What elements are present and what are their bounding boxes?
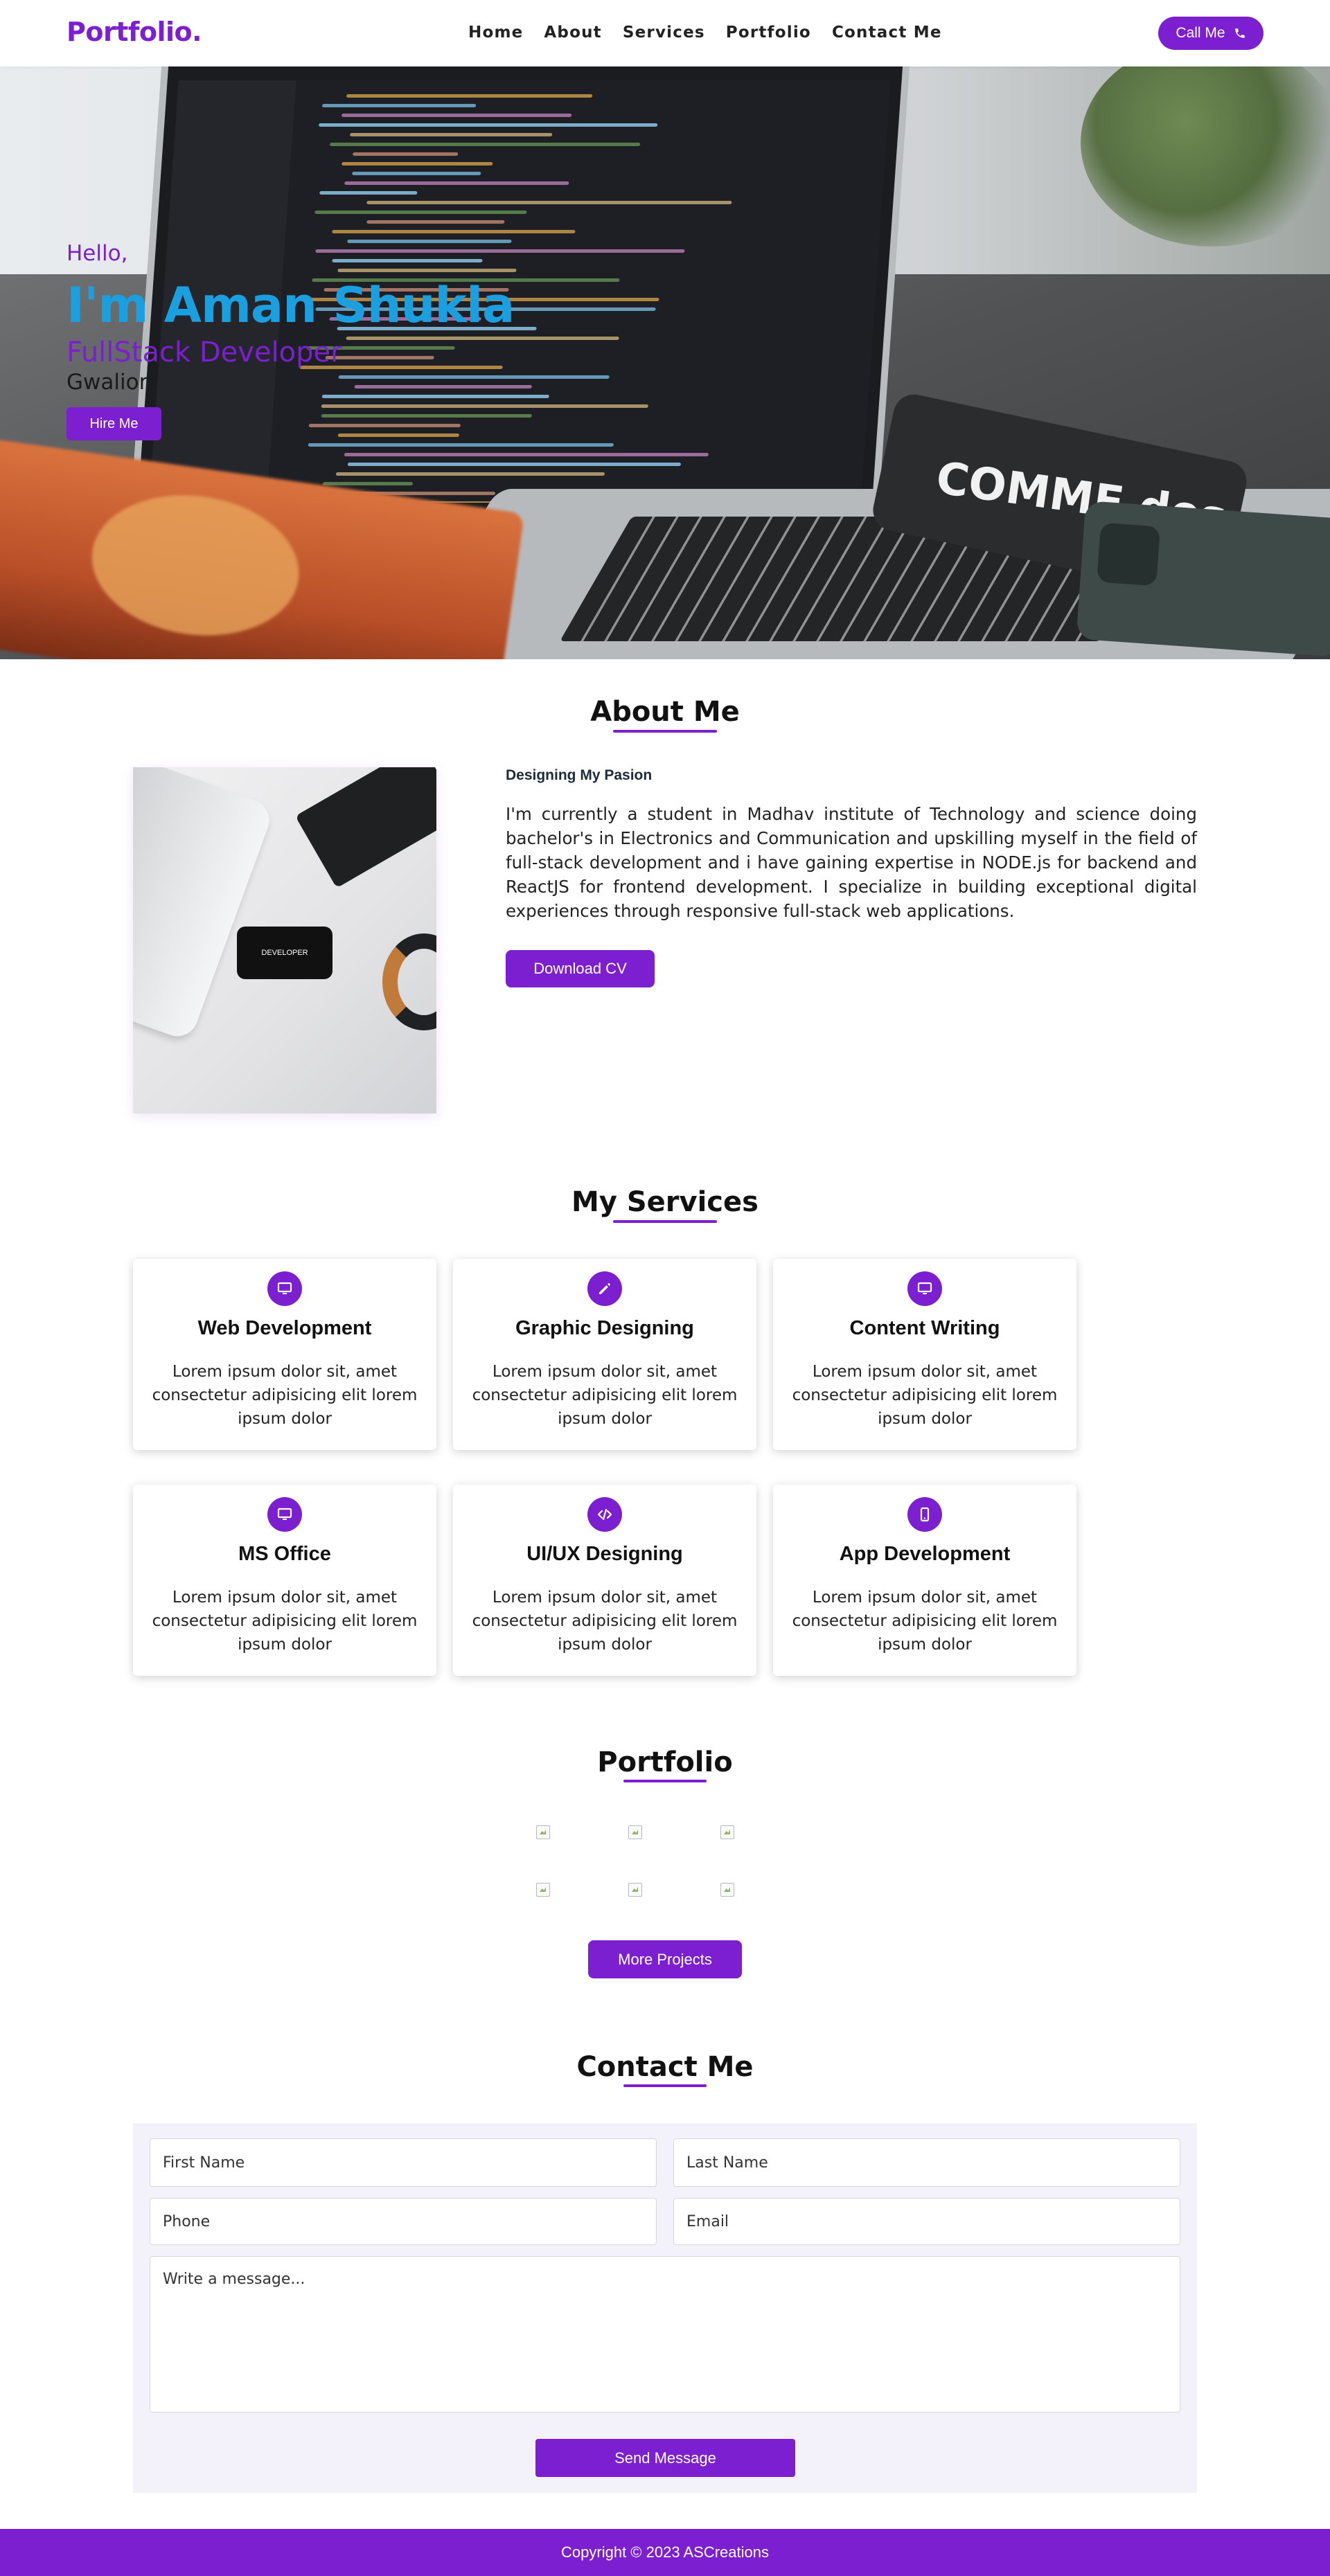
portfolio-title-underline bbox=[623, 1780, 707, 1782]
service-title: MS Office bbox=[238, 1543, 331, 1565]
portfolio-image-broken[interactable] bbox=[720, 1825, 734, 1839]
code-line bbox=[318, 123, 658, 127]
code-line bbox=[341, 114, 572, 117]
monitor-icon bbox=[907, 1271, 942, 1306]
code-line bbox=[308, 443, 614, 447]
nav-link-home[interactable]: Home bbox=[468, 24, 523, 42]
portfolio-image-broken[interactable] bbox=[536, 1883, 550, 1897]
first-name-field[interactable] bbox=[150, 2138, 657, 2187]
hero-role: FullStack Developer bbox=[66, 337, 342, 368]
portfolio-title: Portfolio bbox=[597, 1746, 733, 1778]
phone-screen-text: DEVELOPER bbox=[261, 949, 308, 957]
hero-location: Gwalior bbox=[66, 370, 148, 395]
send-message-button[interactable]: Send Message bbox=[535, 2439, 795, 2477]
hero-name: I'm Aman Shukla bbox=[66, 277, 515, 334]
services-title: My Services bbox=[571, 1186, 759, 1218]
nav-link-about[interactable]: About bbox=[544, 24, 601, 42]
hero-text: Hello, I'm Aman Shukla FullStack Develop… bbox=[66, 241, 515, 440]
call-me-label: Call Me bbox=[1176, 25, 1225, 41]
footer-copyright: Copyright © 2023 ASCreations bbox=[561, 2543, 769, 2561]
code-line bbox=[321, 104, 477, 107]
call-me-button[interactable]: Call Me bbox=[1158, 17, 1264, 50]
about-description: I'm currently a student in Madhav instit… bbox=[506, 804, 1197, 921]
about-image: DEVELOPER bbox=[133, 767, 436, 1113]
services-title-underline bbox=[613, 1220, 717, 1223]
code-line bbox=[344, 181, 569, 185]
service-title: Graphic Designing bbox=[515, 1317, 694, 1339]
service-title: App Development bbox=[839, 1543, 1011, 1565]
footer: Copyright © 2023 ASCreations bbox=[0, 2529, 1330, 2576]
headphones-decoration bbox=[382, 933, 436, 1030]
contact-title: Contact Me bbox=[576, 2051, 754, 2083]
phone-decoration: DEVELOPER bbox=[237, 927, 332, 979]
navbar: Portfolio. Home About Services Portfolio… bbox=[0, 0, 1330, 66]
service-title: UI/UX Designing bbox=[526, 1543, 683, 1565]
about-title: About Me bbox=[590, 696, 740, 728]
phone-field[interactable] bbox=[150, 2198, 657, 2245]
code-line bbox=[346, 94, 593, 98]
main-menu: Home About Services Portfolio Contact Me bbox=[468, 24, 942, 42]
monitor-icon bbox=[267, 1497, 302, 1532]
site-logo[interactable]: Portfolio. bbox=[66, 17, 202, 47]
hero-section: COMME des Hello, I'm Aman Shukla FullSta… bbox=[0, 66, 1330, 659]
hero-greeting: Hello, bbox=[66, 241, 128, 266]
email-field[interactable] bbox=[673, 2198, 1180, 2245]
code-line bbox=[344, 453, 709, 456]
more-projects-button[interactable]: More Projects bbox=[588, 1940, 742, 1978]
portfolio-image-broken[interactable] bbox=[720, 1883, 734, 1897]
code-line bbox=[352, 172, 481, 175]
service-card[interactable]: UI/UX Designing Lorem ipsum dolor sit, a… bbox=[453, 1485, 756, 1676]
service-card[interactable]: App Development Lorem ipsum dolor sit, a… bbox=[773, 1485, 1076, 1676]
code-line bbox=[314, 211, 527, 214]
service-description: Lorem ipsum dolor sit, amet consectetur … bbox=[472, 1589, 738, 1654]
service-title: Web Development bbox=[197, 1317, 372, 1339]
nav-link-contact[interactable]: Contact Me bbox=[832, 24, 942, 42]
code-line bbox=[330, 143, 641, 146]
nav-link-services[interactable]: Services bbox=[623, 24, 705, 42]
code-icon bbox=[587, 1497, 622, 1532]
service-description: Lorem ipsum dolor sit, amet consectetur … bbox=[152, 1363, 418, 1428]
about-subtitle: Designing My Pasion bbox=[506, 767, 653, 783]
code-line bbox=[366, 201, 732, 204]
last-name-field[interactable] bbox=[673, 2138, 1180, 2187]
pencil-icon bbox=[587, 1271, 622, 1306]
phone-decoration bbox=[1076, 500, 1330, 658]
service-card[interactable]: MS Office Lorem ipsum dolor sit, amet co… bbox=[133, 1485, 436, 1676]
service-description: Lorem ipsum dolor sit, amet consectetur … bbox=[472, 1363, 738, 1428]
code-line bbox=[335, 472, 605, 476]
portfolio-image-broken[interactable] bbox=[628, 1883, 642, 1897]
portfolio-image-broken[interactable] bbox=[628, 1825, 642, 1839]
service-card[interactable]: Web Development Lorem ipsum dolor sit, a… bbox=[133, 1259, 436, 1450]
code-line bbox=[353, 152, 459, 156]
about-title-underline bbox=[613, 730, 717, 733]
code-line bbox=[319, 191, 418, 195]
nav-link-portfolio[interactable]: Portfolio bbox=[726, 24, 811, 42]
service-description: Lorem ipsum dolor sit, amet consectetur … bbox=[792, 1363, 1058, 1428]
code-line bbox=[342, 162, 493, 166]
message-field[interactable] bbox=[150, 2256, 1180, 2413]
download-cv-button[interactable]: Download CV bbox=[506, 950, 655, 987]
monitor-icon bbox=[267, 1271, 302, 1306]
hire-me-button[interactable]: Hire Me bbox=[66, 407, 161, 440]
laptop-decoration bbox=[133, 767, 275, 1042]
portfolio-image-broken[interactable] bbox=[536, 1825, 550, 1839]
phone-camera bbox=[1097, 522, 1161, 587]
contact-title-underline bbox=[623, 2084, 707, 2087]
code-line bbox=[322, 482, 414, 485]
code-line bbox=[332, 230, 576, 233]
book-seal bbox=[82, 482, 308, 649]
keyboard-decoration bbox=[295, 767, 436, 888]
mobile-icon bbox=[907, 1497, 942, 1532]
service-card[interactable]: Content Writing Lorem ipsum dolor sit, a… bbox=[773, 1259, 1076, 1450]
phone-icon bbox=[1234, 28, 1245, 38]
service-description: Lorem ipsum dolor sit, amet consectetur … bbox=[792, 1589, 1058, 1654]
code-line bbox=[347, 463, 682, 466]
code-line bbox=[350, 133, 553, 136]
service-title: Content Writing bbox=[849, 1317, 1000, 1339]
code-line bbox=[366, 220, 505, 224]
service-card[interactable]: Graphic Designing Lorem ipsum dolor sit,… bbox=[453, 1259, 756, 1450]
service-description: Lorem ipsum dolor sit, amet consectetur … bbox=[152, 1589, 418, 1654]
